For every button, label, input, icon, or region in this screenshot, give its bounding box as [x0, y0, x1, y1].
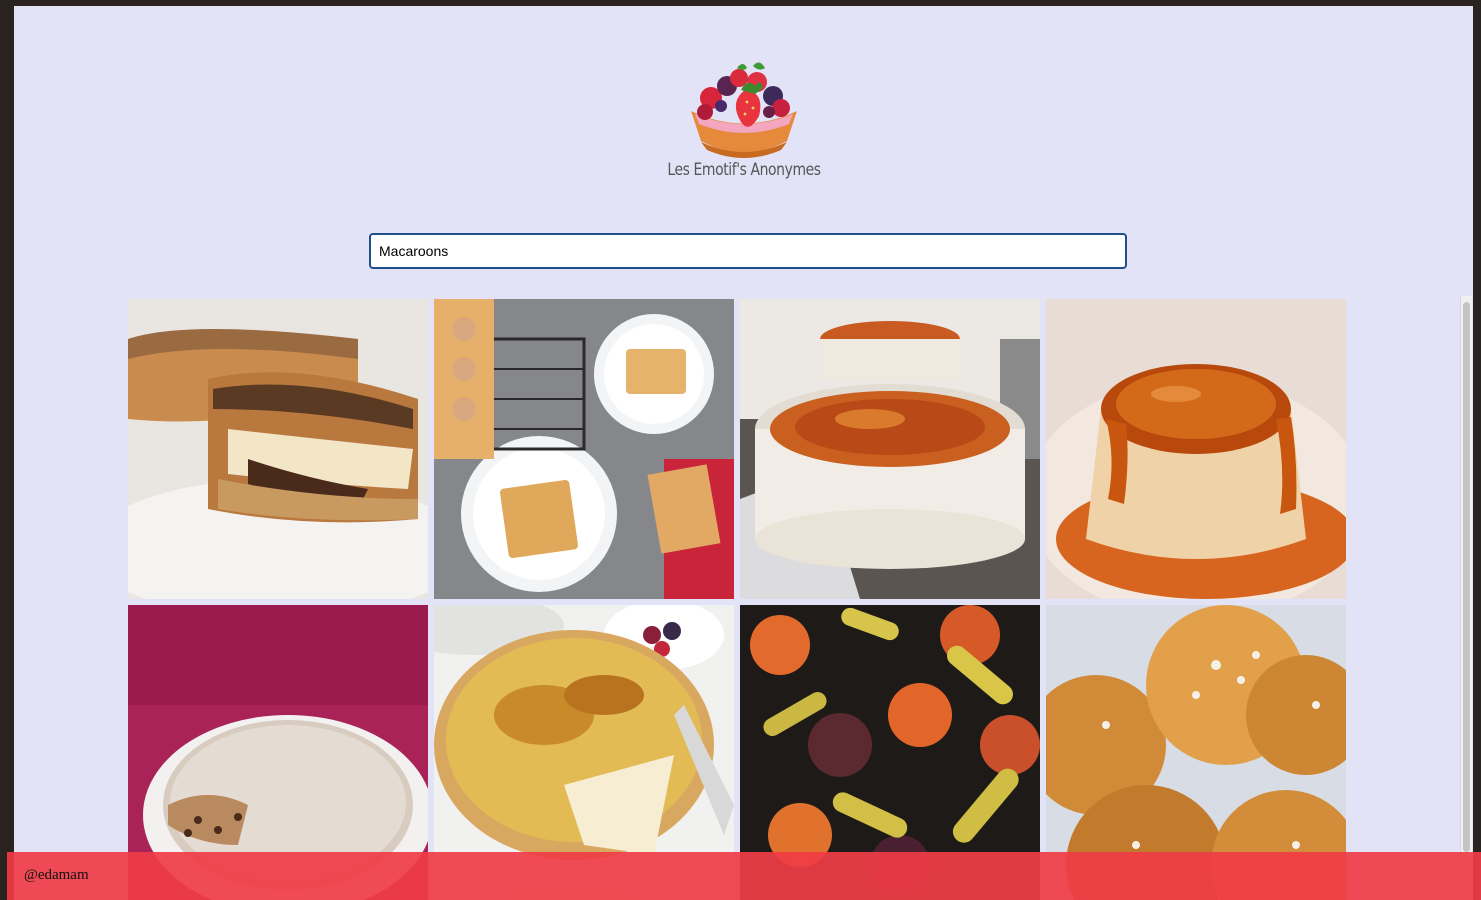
recipe-image	[128, 299, 428, 599]
recipe-image	[434, 299, 734, 599]
page-container: Les Emotif's Anonymes	[14, 6, 1473, 900]
recipe-card-apple-tarts[interactable]	[434, 299, 734, 599]
footer-credit: @edamam	[24, 867, 89, 883]
search-input[interactable]	[369, 233, 1127, 269]
results-scrollbar[interactable]	[1460, 296, 1472, 856]
recipe-card-grilled-cheese[interactable]	[128, 299, 428, 599]
recipe-card-caramel-flan[interactable]	[1046, 299, 1346, 599]
recipe-image	[1046, 299, 1346, 599]
footer-bar: @edamam	[7, 852, 1481, 900]
brand-name: Les Emotif's Anonymes	[667, 160, 821, 180]
recipe-card-creme-brulee[interactable]	[740, 299, 1040, 599]
scrollbar-thumb[interactable]	[1463, 302, 1470, 852]
recipe-image	[740, 299, 1040, 599]
